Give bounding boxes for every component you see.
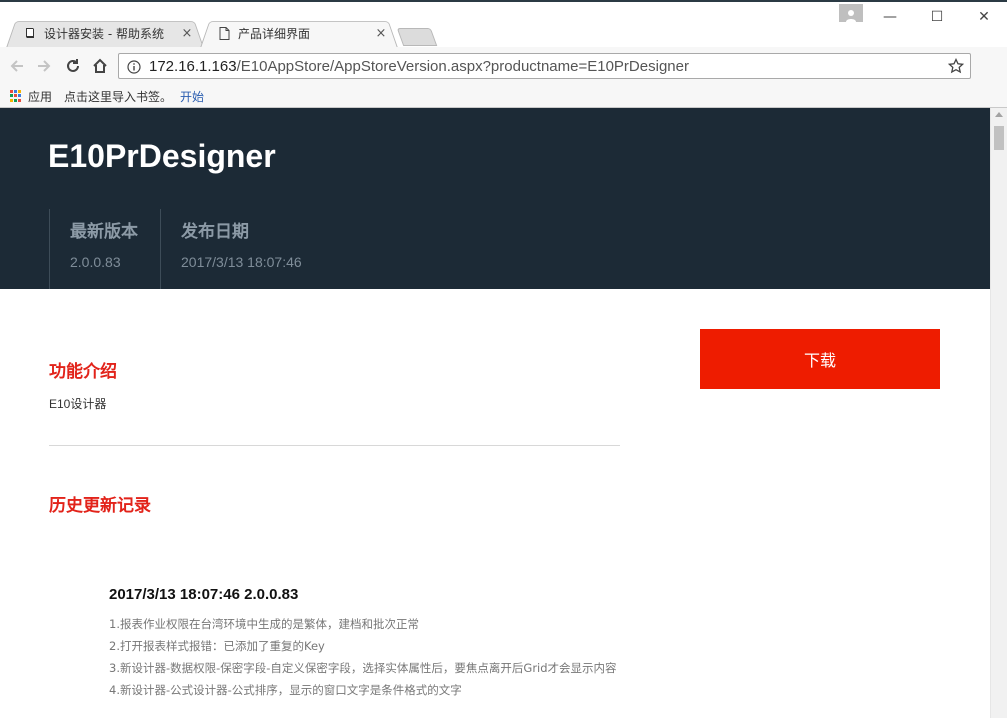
home-icon[interactable] xyxy=(89,55,111,77)
close-window-button[interactable]: ✕ xyxy=(961,2,1007,32)
list-item: 4.新设计器-公式设计器-公式排序，显示的窗口文字是条件格式的文字 xyxy=(109,683,462,697)
apps-grid-icon[interactable] xyxy=(10,90,22,102)
browser-toolbar: 172.16.1.163/E10AppStore/AppStoreVersion… xyxy=(0,47,1007,85)
address-path: /E10AppStore/AppStoreVersion.aspx?produc… xyxy=(236,57,689,75)
product-title: E10PrDesigner xyxy=(48,138,276,174)
scroll-thumb[interactable] xyxy=(994,126,1004,150)
maximize-button[interactable]: ☐ xyxy=(914,2,960,32)
address-url: 172.16.1.163/E10AppStore/AppStoreVersion… xyxy=(149,58,689,75)
back-arrow-icon[interactable] xyxy=(6,55,28,77)
tab-close-icon[interactable]: × xyxy=(180,26,194,41)
book-icon xyxy=(24,27,36,39)
list-item: 2.打开报表样式报错：已添加了重复的Key xyxy=(109,639,325,653)
history-section-title: 历史更新记录 xyxy=(49,496,151,516)
stat-value: 2.0.0.83 xyxy=(70,254,121,270)
release-heading: 2017/3/13 18:07:46 2.0.0.83 xyxy=(109,586,299,603)
address-host: 172.16.1.163 xyxy=(149,57,237,75)
feature-section-title: 功能介绍 xyxy=(49,362,117,382)
feature-description: E10设计器 xyxy=(49,397,107,411)
vertical-scrollbar[interactable] xyxy=(990,108,1007,718)
address-bar[interactable]: 172.16.1.163/E10AppStore/AppStoreVersion… xyxy=(118,53,971,79)
bookmark-star-icon[interactable] xyxy=(947,57,965,74)
tab-label: 设计器安装 - 帮助系统 xyxy=(44,26,164,41)
latest-version-stat: 最新版本 2.0.0.83 xyxy=(49,209,161,289)
stat-label: 发布日期 xyxy=(181,222,249,242)
release-entry: 2017/3/13 18:07:46 2.0.0.83 1.报表作业权限在台湾环… xyxy=(109,586,629,701)
user-profile-icon[interactable] xyxy=(839,4,863,22)
bookmark-import-hint: 点击这里导入书签。 xyxy=(64,89,173,104)
minimize-button[interactable]: — xyxy=(867,2,913,32)
info-icon[interactable] xyxy=(127,59,141,74)
browser-titlebar: 设计器安装 - 帮助系统 × 产品详细界面 × — ☐ ✕ xyxy=(0,0,1007,48)
page-content: E10PrDesigner 最新版本 2.0.0.83 发布日期 2017/3/… xyxy=(0,108,990,718)
tab-product-detail[interactable]: 产品详细界面 × xyxy=(200,18,398,48)
bookmark-start-link[interactable]: 开始 xyxy=(180,88,204,105)
release-changes-list: 1.报表作业权限在台湾环境中生成的是繁体，建档和批次正常 2.打开报表样式报错：… xyxy=(109,613,629,701)
tab-label: 产品详细界面 xyxy=(238,26,311,41)
section-divider xyxy=(49,445,620,446)
list-item: 3.新设计器-数据权限-保密字段-自定义保密字段，选择实体属性后，要焦点离开后G… xyxy=(109,661,617,675)
list-item: 1.报表作业权限在台湾环境中生成的是繁体，建档和批次正常 xyxy=(109,617,419,631)
scroll-up-arrow-icon[interactable] xyxy=(995,112,1003,117)
tab-help-system[interactable]: 设计器安装 - 帮助系统 × xyxy=(6,18,204,48)
forward-arrow-icon[interactable] xyxy=(33,55,55,77)
bookmark-apps[interactable]: 应用 xyxy=(28,88,52,105)
product-header: E10PrDesigner 最新版本 2.0.0.83 发布日期 2017/3/… xyxy=(0,108,990,289)
stat-value: 2017/3/13 18:07:46 xyxy=(181,254,302,270)
stat-label: 最新版本 xyxy=(70,222,138,242)
new-tab-button[interactable] xyxy=(396,28,438,46)
download-button[interactable]: 下载 xyxy=(700,329,940,389)
release-date-stat: 发布日期 2017/3/13 18:07:46 xyxy=(160,209,420,289)
tab-close-icon[interactable]: × xyxy=(374,26,388,41)
page-icon xyxy=(218,26,230,40)
bookmarks-bar: 应用 点击这里导入书签。 开始 xyxy=(0,85,1007,108)
reload-icon[interactable] xyxy=(62,55,84,77)
